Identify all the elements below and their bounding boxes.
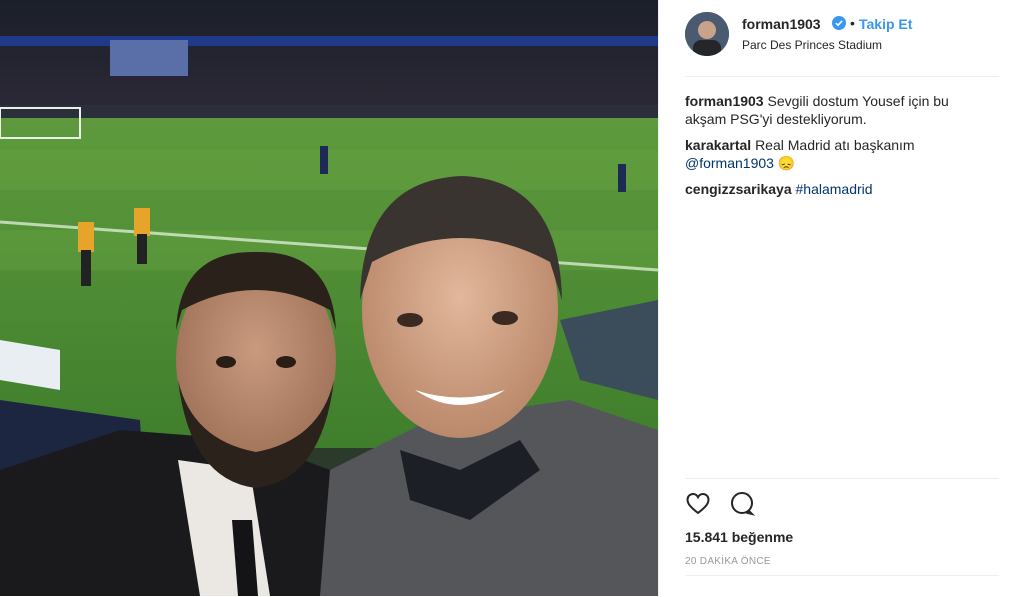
follow-button[interactable]: Takip Et [859, 16, 912, 32]
mention-link[interactable]: @forman1903 [685, 155, 774, 171]
avatar-image [685, 12, 729, 56]
divider [685, 575, 999, 576]
sad-face-emoji: 😞 [777, 155, 796, 171]
likes-count[interactable]: 15.841 beğenme [685, 529, 793, 545]
username-link[interactable]: forman1903 [742, 16, 821, 32]
comment-list: forman1903 Sevgili dostum Yousef için bu… [685, 92, 985, 206]
verified-badge-icon [832, 16, 846, 30]
hashtag-link[interactable]: #halamadrid [796, 181, 873, 197]
avatar[interactable] [685, 12, 729, 56]
post-actions: 15.841 beğenme 20 DAKİKA ÖNCE [685, 478, 999, 597]
comment-icon[interactable] [729, 491, 756, 517]
comment-username[interactable]: cengizzsarikaya [685, 181, 792, 197]
post-sidebar: forman1903 • Takip Et Parc Des Princes S… [658, 0, 1024, 596]
post-header: forman1903 • Takip Et Parc Des Princes S… [685, 10, 999, 77]
location-link[interactable]: Parc Des Princes Stadium [742, 38, 882, 52]
comment-username[interactable]: forman1903 [685, 93, 764, 109]
comment-text: Real Madrid atı başkanım [755, 137, 915, 153]
post-timestamp[interactable]: 20 DAKİKA ÖNCE [685, 556, 771, 567]
comment-item: cengizzsarikaya #halamadrid [685, 180, 985, 198]
post-photo[interactable] [0, 0, 658, 596]
separator-dot: • [850, 15, 855, 31]
comment-username[interactable]: karakartal [685, 137, 751, 153]
comment-item: forman1903 Sevgili dostum Yousef için bu… [685, 92, 985, 128]
heart-icon[interactable] [685, 491, 711, 517]
comment-item: karakartal Real Madrid atı başkanım @for… [685, 136, 985, 172]
stadium-selfie-image [0, 0, 658, 596]
